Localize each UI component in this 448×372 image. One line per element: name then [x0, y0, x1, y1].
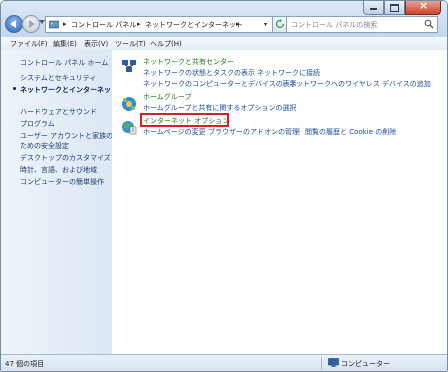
- sidebar-item-system-security[interactable]: システムとセキュリティ: [20, 73, 96, 83]
- control-panel-icon: [49, 20, 59, 29]
- sidebar-item-clock-region[interactable]: 時計、言語、および地域: [20, 165, 97, 175]
- sidebar-item-hardware-sound[interactable]: ハードウェアとサウンド: [20, 107, 97, 117]
- search-icon[interactable]: [424, 19, 434, 29]
- main-content: ネットワークと共有センター ネットワークの状態とタスクの表示 | ネットワークに…: [112, 50, 447, 354]
- breadcrumb-control-panel[interactable]: コントロール パネル: [71, 20, 136, 30]
- minimize-button[interactable]: [363, 1, 384, 15]
- internet-options-icon: [122, 121, 137, 135]
- sidebar-item-ease-of-access[interactable]: コンピューターの簡単操作: [20, 177, 104, 187]
- link-separator: |: [250, 68, 253, 76]
- status-location: コンピューター: [341, 360, 390, 368]
- category-network-sharing[interactable]: ネットワークと共有センター: [143, 57, 234, 67]
- maximize-button[interactable]: [384, 1, 405, 15]
- sidebar-item-appearance[interactable]: デスクトップのカスタマイズ: [20, 153, 111, 163]
- network-icon: [122, 60, 136, 72]
- link-separator: |: [298, 127, 301, 135]
- link-manage-addons[interactable]: ブラウザーのアドオンの管理: [208, 127, 299, 137]
- control-panel-window: ▸ コントロール パネル ▸ ネットワークとインターネット ▸ ▾ コントロール…: [0, 0, 448, 372]
- sidebar-item-user-accounts[interactable]: ユーザー アカウントと家族の: [20, 131, 113, 141]
- refresh-icon: [275, 19, 285, 29]
- menu-tools[interactable]: ツール(T): [115, 39, 146, 49]
- menu-bar: ファイル(F) 編集(E) 表示(V) ツール(T) ヘルプ(H): [1, 37, 447, 51]
- close-button[interactable]: [405, 1, 441, 15]
- breadcrumb-separator[interactable]: ▸: [63, 20, 67, 28]
- menu-help[interactable]: ヘルプ(H): [150, 39, 182, 49]
- link-add-wireless[interactable]: ネットワークへのワイヤレス デバイスの追加: [289, 79, 431, 89]
- forward-button[interactable]: [22, 15, 40, 33]
- title-bar: ▸ コントロール パネル ▸ ネットワークとインターネット ▸ ▾ コントロール…: [1, 1, 447, 37]
- search-input[interactable]: コントロール パネルの検索: [286, 16, 438, 33]
- sidebar-item-programs[interactable]: プログラム: [20, 119, 55, 129]
- link-delete-history[interactable]: 閲覧の履歴と Cookie の削除: [305, 127, 396, 137]
- back-button[interactable]: [5, 15, 23, 33]
- sidebar: コントロール パネル ホーム システムとセキュリティ ネットワークとインターネッ…: [1, 50, 118, 354]
- menu-edit[interactable]: 編集(E): [53, 39, 77, 49]
- search-placeholder: コントロール パネルの検索: [291, 21, 378, 29]
- homegroup-icon: [122, 97, 136, 111]
- current-item-bullet: [13, 87, 16, 90]
- highlight-box: [140, 113, 229, 127]
- item-count: 47 個の項目: [5, 360, 45, 368]
- computer-icon: [328, 358, 339, 367]
- link-separator: |: [201, 127, 204, 135]
- link-change-homepage[interactable]: ホームページの変更: [143, 127, 206, 137]
- breadcrumb-network-internet[interactable]: ネットワークとインターネット: [145, 20, 243, 30]
- category-homegroup[interactable]: ホームグループ: [143, 92, 191, 102]
- breadcrumb-separator[interactable]: ▸: [236, 20, 240, 28]
- link-network-computers[interactable]: ネットワークのコンピューターとデバイスの表示: [143, 79, 297, 89]
- link-separator: |: [282, 79, 285, 87]
- address-bar[interactable]: ▸ コントロール パネル ▸ ネットワークとインターネット ▸ ▾: [45, 16, 277, 33]
- status-bar: 47 個の項目 コンピューター: [1, 354, 447, 371]
- sidebar-home[interactable]: コントロール パネル ホーム: [20, 58, 108, 68]
- sidebar-item-user-accounts-line2[interactable]: ための安全設定: [20, 141, 69, 151]
- link-connect-network[interactable]: ネットワークに接続: [257, 68, 320, 78]
- address-dropdown-icon[interactable]: ▾: [264, 21, 267, 28]
- menu-view[interactable]: 表示(V): [84, 39, 108, 49]
- status-divider: [321, 357, 322, 370]
- menu-file[interactable]: ファイル(F): [10, 39, 48, 49]
- link-homegroup-options[interactable]: ホームグループと共有に関するオプションの選択: [143, 103, 296, 113]
- breadcrumb-separator[interactable]: ▸: [137, 20, 141, 28]
- sidebar-item-network-internet[interactable]: ネットワークとインターネット: [20, 85, 118, 95]
- link-network-status[interactable]: ネットワークの状態とタスクの表示: [143, 68, 255, 78]
